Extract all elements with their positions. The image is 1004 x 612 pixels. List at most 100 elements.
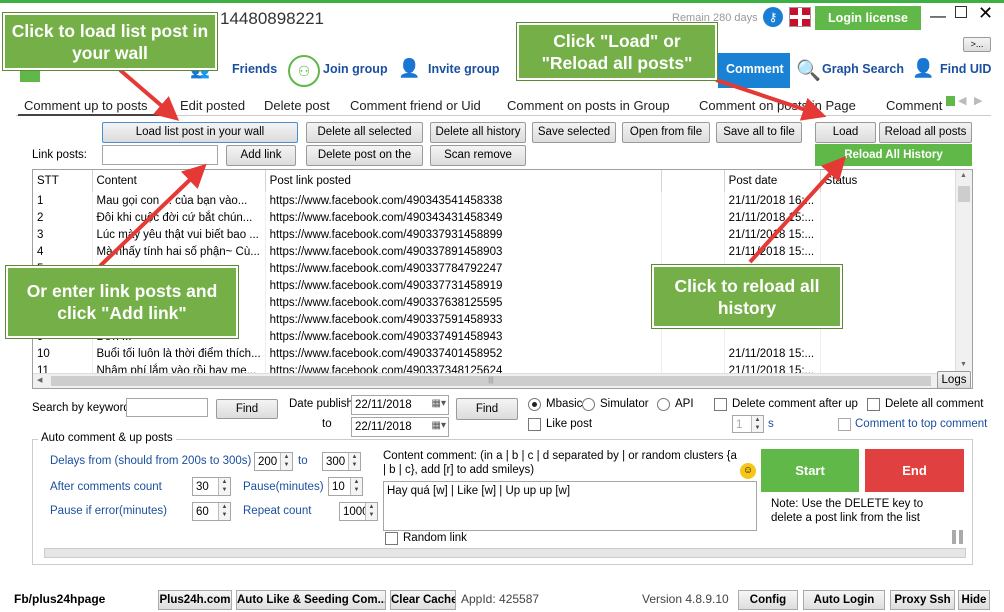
table-row[interactable]: 4 Mà nhấy tính hai số phận~ Cù... https://… <box>33 243 962 260</box>
spinner-arrows[interactable]: ▲ ▼ <box>751 416 763 432</box>
pause-icon[interactable] <box>952 530 964 544</box>
save-all-to-file-button[interactable]: Save all to file <box>716 122 802 143</box>
delete-after-seconds-input[interactable]: 1 ▲ ▼ <box>732 415 764 433</box>
close-icon[interactable]: ✕ <box>978 3 993 24</box>
join-group-icon[interactable]: ⚇ <box>288 55 320 87</box>
plus24h-button[interactable]: Plus24h.com <box>158 590 232 610</box>
find-uid-icon[interactable]: 👤 <box>912 58 934 82</box>
save-selected-button[interactable]: Save selected <box>532 122 616 143</box>
horizontal-scrollbar[interactable]: ◀ ||| ▶ <box>33 373 955 388</box>
more-button[interactable]: >... <box>963 37 991 52</box>
date-from-picker[interactable]: 22/11/2018 ▦▾ <box>351 395 449 415</box>
delay-from-input[interactable]: 200 ▲ ▼ <box>254 452 293 471</box>
after-count-input[interactable]: 30 ▲ ▼ <box>192 477 231 496</box>
delete-all-history-button[interactable]: Delete all history <box>430 122 526 143</box>
pause-input[interactable]: 10 ▲ ▼ <box>328 477 363 496</box>
add-link-button[interactable]: Add link <box>226 145 296 166</box>
mbasic-radio[interactable] <box>528 398 541 411</box>
maximize-icon[interactable] <box>955 6 967 18</box>
scroll-thumb[interactable] <box>958 186 970 202</box>
reload-all-history-button[interactable]: Reload All History <box>815 144 972 166</box>
logs-button[interactable]: Logs <box>937 371 971 389</box>
login-license-button[interactable]: Login license <box>815 6 921 30</box>
date-to-picker[interactable]: 22/11/2018 ▦▾ <box>351 417 449 437</box>
spinner-arrows[interactable]: ▲ ▼ <box>365 503 377 520</box>
find-date-button[interactable]: Find <box>456 398 518 420</box>
pause-error-input[interactable]: 60 ▲ ▼ <box>192 502 231 521</box>
config-button[interactable]: Config <box>738 590 798 610</box>
clear-cache-button[interactable]: Clear Cache <box>390 590 456 610</box>
table-row[interactable]: 1 Mau gọi con ... của bạn vào... https://w… <box>33 192 962 209</box>
proxy-ssh-button[interactable]: Proxy Ssh <box>890 590 955 610</box>
delete-all-comment-checkbox[interactable] <box>867 398 880 411</box>
nav-comment[interactable]: Comment <box>726 62 784 76</box>
content-comment-textarea[interactable]: Hay quá [w] | Like [w] | Up up up [w] <box>383 481 757 531</box>
nav-friends[interactable]: Friends <box>232 62 277 76</box>
auto-login-button[interactable]: Auto Login <box>803 590 885 610</box>
tab-left-arrow-icon[interactable]: ◀ <box>958 94 966 107</box>
simulator-radio[interactable] <box>582 398 595 411</box>
delete-after-checkbox[interactable] <box>714 398 727 411</box>
load-button[interactable]: Load <box>815 122 876 143</box>
minimize-icon[interactable]: — <box>930 8 946 26</box>
tab-edit-posted[interactable]: Edit posted <box>180 98 245 113</box>
scroll-left-icon[interactable]: ◀ <box>37 376 42 384</box>
auto-like-button[interactable]: Auto Like & Seeding Com... <box>236 590 386 610</box>
column-header[interactable]: Status <box>820 170 962 192</box>
tab-comment-group[interactable]: Comment on posts in Group <box>507 98 670 113</box>
column-header[interactable]: STT <box>33 170 93 192</box>
tab-right-arrow-icon[interactable]: ▶ <box>974 94 982 107</box>
nav-find-uid[interactable]: Find UID <box>940 62 991 76</box>
tab-comment-more[interactable]: Comment <box>886 98 942 113</box>
invite-group-icon[interactable]: 👤 <box>398 58 420 82</box>
scroll-up-icon[interactable]: ▲ <box>960 172 967 179</box>
tab-comment-up[interactable]: Comment up to posts <box>24 98 148 113</box>
h-scroll-thumb[interactable]: ||| <box>51 376 931 386</box>
delete-post-on-button[interactable]: Delete post on the <box>306 145 423 166</box>
column-header[interactable]: Post date <box>724 170 821 192</box>
link-posts-input[interactable] <box>102 145 218 165</box>
column-header[interactable]: Post link posted <box>265 170 662 192</box>
column-header[interactable] <box>661 170 725 192</box>
repeat-input[interactable]: 1000 ▲ ▼ <box>339 502 378 521</box>
nav-invite-group[interactable]: Invite group <box>428 62 500 76</box>
scroll-down-icon[interactable]: ▼ <box>960 361 967 368</box>
tab-delete-post[interactable]: Delete post <box>264 98 330 113</box>
end-button[interactable]: End <box>865 449 964 492</box>
open-from-file-button[interactable]: Open from file <box>622 122 710 143</box>
smiley-icon[interactable]: ☺ <box>740 463 756 479</box>
comment-top-checkbox[interactable] <box>838 418 851 431</box>
table-row[interactable]: 10 Buổi tối luôn là thời điểm thích... htt… <box>33 345 962 362</box>
spinner-arrows[interactable]: ▲ ▼ <box>280 453 292 470</box>
spinner-arrows[interactable]: ▲ ▼ <box>218 503 230 520</box>
find-keyword-button[interactable]: Find <box>216 399 278 419</box>
table-row[interactable]: 2 Đôi khi cuộc đời cứ bắt chún... https://… <box>33 209 962 226</box>
tab-comment-page[interactable]: Comment on posts in Page <box>699 98 856 113</box>
load-wall-button[interactable]: Load list post in your wall <box>102 122 298 143</box>
nav-graph-search[interactable]: Graph Search <box>822 62 904 76</box>
spinner-arrows[interactable]: ▲ ▼ <box>348 453 360 470</box>
uk-flag-icon[interactable] <box>789 7 811 27</box>
key-icon[interactable]: ⚷ <box>763 7 783 27</box>
reload-all-posts-button[interactable]: Reload all posts <box>879 122 972 143</box>
api-radio[interactable] <box>657 398 670 411</box>
delete-all-selected-button[interactable]: Delete all selected <box>306 122 423 143</box>
random-link-checkbox[interactable] <box>385 532 398 545</box>
calendar-icon[interactable]: ▦▾ <box>432 419 446 433</box>
spinner-arrows[interactable]: ▲ ▼ <box>350 478 362 495</box>
fb-page-label[interactable]: Fb/plus24hpage <box>14 592 105 606</box>
table-row[interactable]: 3 Lúc mày yêu thật vui biết bao ... https:… <box>33 226 962 243</box>
calendar-icon[interactable]: ▦▾ <box>432 397 446 411</box>
hide-button[interactable]: Hide <box>958 590 990 610</box>
vertical-scrollbar[interactable]: ▲ ▼ <box>955 170 972 373</box>
like-post-checkbox[interactable] <box>528 418 541 431</box>
spinner-arrows[interactable]: ▲ ▼ <box>218 478 230 495</box>
delay-to-input[interactable]: 300 ▲ ▼ <box>322 452 361 471</box>
search-keyword-input[interactable] <box>126 398 208 417</box>
scan-remove-button[interactable]: Scan remove <box>430 145 526 166</box>
graph-search-icon[interactable]: 🔍 <box>796 58 821 83</box>
nav-join-group[interactable]: Join group <box>323 62 388 76</box>
column-header[interactable]: Content <box>92 170 266 192</box>
start-button[interactable]: Start <box>761 449 859 492</box>
tab-comment-friend[interactable]: Comment friend or Uid <box>350 98 481 113</box>
